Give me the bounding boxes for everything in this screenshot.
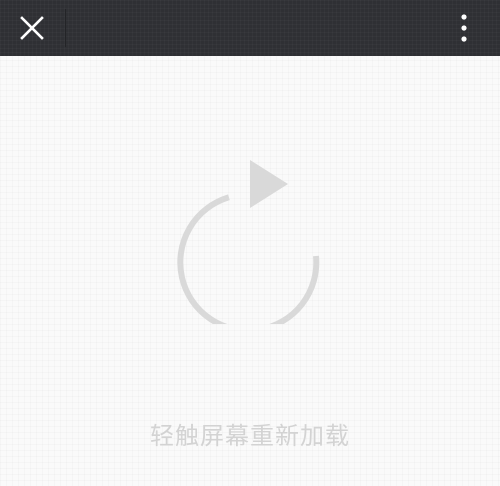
webview-page: 轻触屏幕重新加载 xyxy=(0,0,500,486)
refresh-icon xyxy=(177,160,320,324)
more-options-button[interactable] xyxy=(428,0,500,56)
reload-hint-text: 轻触屏幕重新加载 xyxy=(150,422,350,450)
more-vertical-icon xyxy=(461,14,467,42)
tap-to-reload-area[interactable]: 轻触屏幕重新加载 xyxy=(0,56,500,486)
close-button[interactable] xyxy=(0,0,64,56)
close-icon xyxy=(20,16,44,40)
top-navigation-bar xyxy=(0,0,500,56)
toolbar-divider xyxy=(65,9,66,47)
